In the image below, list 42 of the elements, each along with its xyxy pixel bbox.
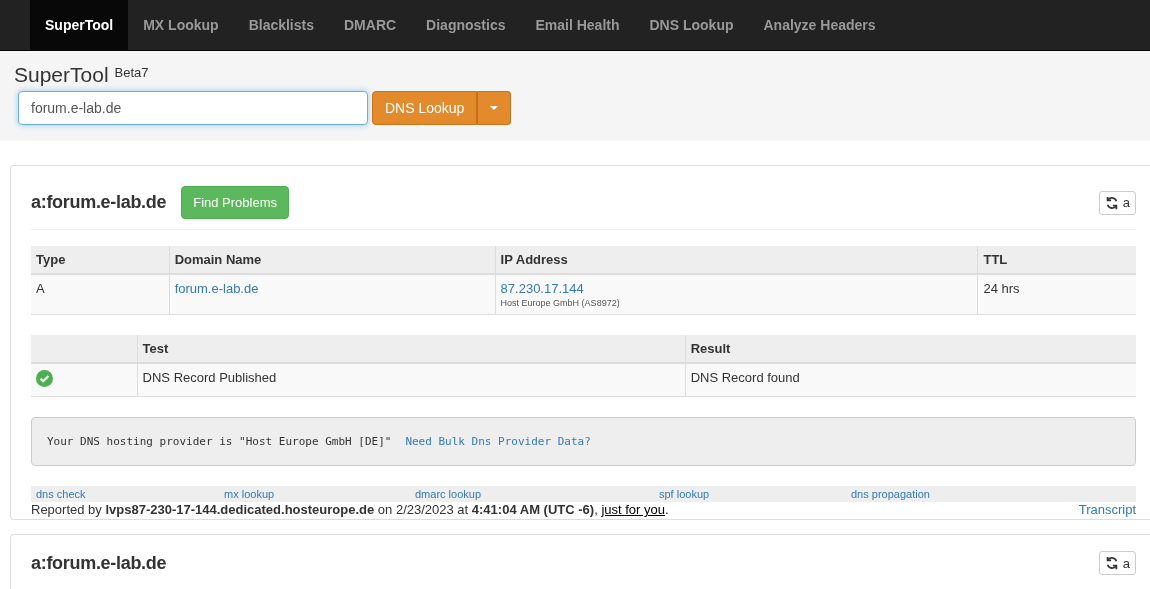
nav-tab[interactable]: Diagnostics [411,0,521,50]
column-header: Result [685,335,1136,363]
check-circle-icon [36,370,53,387]
ip-link[interactable]: 87.230.17.144 [500,281,973,296]
refresh-icon [1104,195,1119,210]
just-for-you-link[interactable]: just for you [601,502,665,517]
report-text: Reported by lvps87-230-17-144.dedicated.hosteurope.de on 2/23/2023 at 4:41:04 AM (UTC -6), just for you. [31,502,669,517]
result-title: a:forum.e-lab.de [31,192,167,213]
tool-link[interactable]: dmarc lookup [415,488,482,500]
version-label: Beta7 [114,65,149,80]
column-header: IP Address [495,246,978,274]
column-header: TTL [977,246,1136,274]
nav-tab[interactable]: DMARC [329,0,412,50]
column-header: Type [31,246,170,274]
nav-tab[interactable]: DNS Lookup [634,0,749,50]
column-header: Test [137,335,686,363]
nav-tab[interactable]: SuperTool [30,0,129,50]
refresh-button[interactable]: a [1098,190,1136,215]
caret-icon [490,106,499,110]
search-field[interactable]: forum.e-lab.de [18,91,368,125]
refresh-icon [1104,556,1119,570]
nav-tab[interactable]: Analyze Headers [748,0,891,50]
tool-link[interactable]: mx lookup [224,488,275,500]
table-cell: DNS Record found [685,363,1136,397]
dropdown-button[interactable] [477,91,512,125]
refresh-button[interactable]: a [1098,551,1136,575]
result-title: a:forum.e-lab.de [31,552,167,574]
nav-tab[interactable]: Blacklists [233,0,329,50]
table-cell: DNS Record Published [137,363,686,397]
bulk-data-link[interactable]: Need Bulk Dns Provider Data? [405,435,591,448]
table-cell: 24 hrs [977,274,1136,315]
tool-link[interactable]: dns propagation [851,488,930,500]
nav-tab[interactable]: MX Lookup [128,0,234,50]
host-note: Host Europe GmbH (AS8972) [500,298,621,308]
transcript-link[interactable]: Transcript [1078,502,1136,517]
table-cell: A [31,274,170,315]
tool-link[interactable]: spf lookup [659,488,710,500]
notice-text: Your DNS hosting provider is "Host Europe GmbH [DE]" [47,435,392,448]
tool-link[interactable]: dns check [36,488,86,500]
column-header: Domain Name [169,246,496,274]
nav-tab[interactable]: Email Health [520,0,635,50]
page-title: SuperTool [14,63,109,87]
